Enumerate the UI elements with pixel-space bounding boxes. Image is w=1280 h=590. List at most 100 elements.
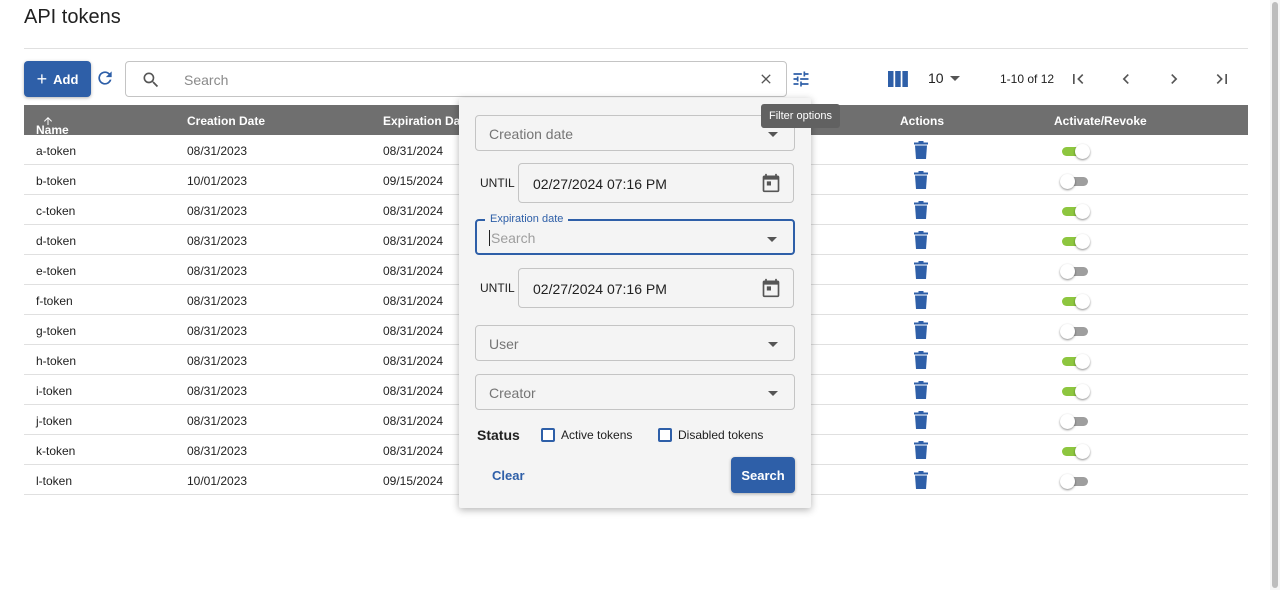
trash-icon[interactable] [914,321,928,339]
trash-icon[interactable] [914,201,928,219]
active-tokens-label[interactable]: Active tokens [561,428,632,442]
toggle-thumb [1060,264,1075,279]
active-tokens-checkbox[interactable] [541,428,555,442]
expiration-date: 09/15/2024 [383,474,444,488]
activate-toggle[interactable] [1060,234,1090,249]
title-divider [24,48,1248,49]
creator-label: Creator [489,385,536,401]
disabled-tokens-checkbox[interactable] [658,428,672,442]
creation-until-field[interactable]: 02/27/2024 07:16 PM [518,163,794,203]
creation-date: 10/01/2023 [187,174,248,188]
scrollbar[interactable] [1270,0,1280,590]
trash-icon[interactable] [914,171,928,189]
trash-icon[interactable] [914,441,928,459]
close-icon[interactable] [758,71,774,87]
activate-toggle[interactable] [1060,384,1090,399]
trash-icon[interactable] [914,411,928,429]
expiration-date-select[interactable]: Expiration date Search [475,213,795,255]
expiration-date: 08/31/2024 [383,144,444,158]
toggle-thumb [1060,414,1075,429]
token-name: b-token [36,174,77,188]
calendar-icon[interactable] [761,278,781,298]
activate-toggle[interactable] [1060,474,1088,489]
refresh-icon[interactable] [95,68,115,88]
chevron-down-icon [767,237,777,242]
creation-until-label: UNTIL [480,176,515,190]
trash-icon[interactable] [914,141,928,159]
expiration-date: 08/31/2024 [383,204,444,218]
activate-toggle[interactable] [1060,414,1088,429]
activate-toggle[interactable] [1060,264,1088,279]
activate-toggle[interactable] [1060,354,1090,369]
activate-toggle[interactable] [1060,444,1090,459]
page-title: API tokens [24,6,121,28]
token-name: c-token [36,204,76,218]
next-page-icon[interactable] [1164,69,1184,89]
creation-date: 08/31/2023 [187,354,248,368]
expiration-date: 08/31/2024 [383,264,444,278]
activate-toggle[interactable] [1060,294,1090,309]
first-page-icon[interactable] [1068,69,1088,89]
page-size-select[interactable]: 10 [928,70,960,86]
search-button[interactable]: Search [731,457,795,493]
column-expiration-date[interactable]: Expiration Dat [383,114,464,128]
last-page-icon[interactable] [1212,69,1232,89]
column-name[interactable]: Name [36,114,69,137]
filter-icon[interactable] [791,69,811,89]
token-name: j-token [36,414,73,428]
chevron-down-icon [768,342,778,347]
columns-icon[interactable] [888,70,908,88]
toggle-thumb [1075,384,1090,399]
creation-date: 08/31/2023 [187,444,248,458]
token-name: a-token [36,144,77,158]
add-button[interactable]: + Add [24,61,91,97]
creation-date-select[interactable]: Creation date [475,115,795,151]
expiration-date-input[interactable]: Search [489,230,535,246]
creation-date: 08/31/2023 [187,204,248,218]
expiration-until-label: UNTIL [480,281,515,295]
token-name: l-token [36,474,73,488]
search-field[interactable] [125,61,787,97]
creation-date: 08/31/2023 [187,294,248,308]
search-input[interactable] [184,68,744,92]
column-activate-revoke: Activate/Revoke [1054,114,1147,128]
token-name: h-token [36,354,77,368]
creator-select[interactable]: Creator [475,374,795,410]
filter-options-tooltip: Filter options [761,104,840,128]
expiration-date: 08/31/2024 [383,234,444,248]
trash-icon[interactable] [914,471,928,489]
creation-until-value: 02/27/2024 07:16 PM [533,176,667,192]
column-actions: Actions [900,114,945,128]
page-size-value: 10 [928,70,944,86]
prev-page-icon[interactable] [1116,69,1136,89]
token-name: f-token [36,294,73,308]
column-creation-date[interactable]: Creation Date [187,114,265,128]
creation-date: 08/31/2023 [187,414,248,428]
trash-icon[interactable] [914,381,928,399]
trash-icon[interactable] [914,231,928,249]
expiration-date: 08/31/2024 [383,354,444,368]
expiration-date: 08/31/2024 [383,444,444,458]
activate-toggle[interactable] [1060,324,1088,339]
trash-icon[interactable] [914,261,928,279]
creation-date-label: Creation date [489,126,574,142]
trash-icon[interactable] [914,351,928,369]
token-name: e-token [36,264,77,278]
toggle-thumb [1075,234,1090,249]
clear-button[interactable]: Clear [492,468,525,483]
activate-toggle[interactable] [1060,174,1088,189]
activate-toggle[interactable] [1060,204,1090,219]
disabled-tokens-label[interactable]: Disabled tokens [678,428,763,442]
expiration-date: 09/15/2024 [383,174,444,188]
expiration-date-label: Expiration date [485,213,569,225]
calendar-icon[interactable] [761,173,781,193]
activate-toggle[interactable] [1060,144,1090,159]
scrollbar-thumb[interactable] [1272,2,1278,588]
trash-icon[interactable] [914,291,928,309]
user-select[interactable]: User [475,325,795,361]
status-label: Status [477,427,520,443]
toggle-thumb [1060,174,1075,189]
expiration-until-field[interactable]: 02/27/2024 07:16 PM [518,268,794,308]
toggle-thumb [1060,324,1075,339]
search-icon [143,72,159,88]
